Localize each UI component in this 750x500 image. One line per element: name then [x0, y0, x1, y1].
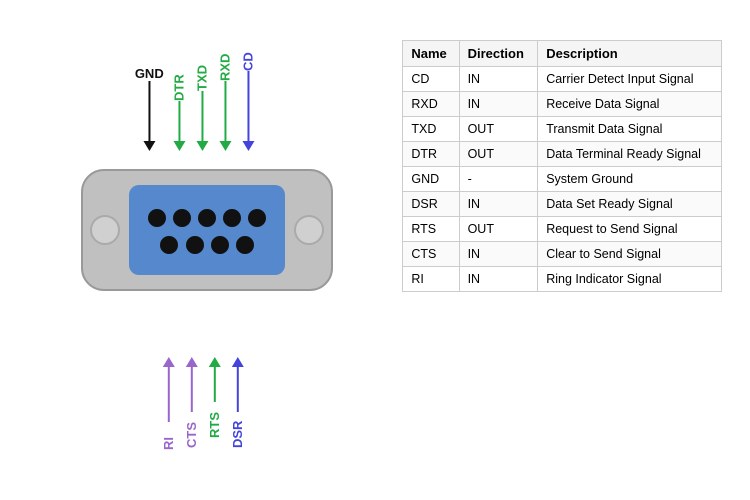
- table-cell-2-0: TXD: [403, 117, 459, 142]
- table-cell-7-0: CTS: [403, 242, 459, 267]
- table-cell-1-0: RXD: [403, 92, 459, 117]
- table-cell-4-1: -: [459, 167, 538, 192]
- table-cell-5-0: DSR: [403, 192, 459, 217]
- table-row: RIINRing Indicator Signal: [403, 267, 722, 292]
- label-dsr: DSR: [230, 357, 245, 448]
- gnd-text: GND: [135, 66, 164, 81]
- table-cell-7-2: Clear to Send Signal: [538, 242, 722, 267]
- table-cell-6-1: OUT: [459, 217, 538, 242]
- cd-text: CD: [241, 43, 256, 71]
- bottom-labels: RI CTS RTS DSR: [161, 357, 245, 450]
- dsr-text: DSR: [230, 412, 245, 448]
- table-cell-0-1: IN: [459, 67, 538, 92]
- label-dtr: DTR: [172, 61, 187, 151]
- table-cell-2-2: Transmit Data Signal: [538, 117, 722, 142]
- table-cell-2-1: OUT: [459, 117, 538, 142]
- table-cell-1-2: Receive Data Signal: [538, 92, 722, 117]
- table-cell-6-0: RTS: [403, 217, 459, 242]
- dtr-text: DTR: [172, 61, 187, 101]
- connector-area: GND DTR TXD RXD: [20, 20, 395, 480]
- table-cell-5-1: IN: [459, 192, 538, 217]
- main-container: GND DTR TXD RXD: [0, 0, 750, 500]
- table-row: GND-System Ground: [403, 167, 722, 192]
- table-row: CDINCarrier Detect Input Signal: [403, 67, 722, 92]
- table-cell-4-0: GND: [403, 167, 459, 192]
- table-cell-6-2: Request to Send Signal: [538, 217, 722, 242]
- txd-text: TXD: [195, 51, 210, 91]
- col-header-description: Description: [538, 41, 722, 67]
- table-cell-7-1: IN: [459, 242, 538, 267]
- table-row: DSRINData Set Ready Signal: [403, 192, 722, 217]
- table-row: RTSOUTRequest to Send Signal: [403, 217, 722, 242]
- connector-svg: [77, 150, 337, 310]
- label-cd: CD: [241, 43, 256, 151]
- table-cell-8-2: Ring Indicator Signal: [538, 267, 722, 292]
- cts-text: CTS: [184, 412, 199, 448]
- table-row: TXDOUTTransmit Data Signal: [403, 117, 722, 142]
- table-cell-5-2: Data Set Ready Signal: [538, 192, 722, 217]
- label-gnd: GND: [135, 66, 164, 151]
- label-ri: RI: [161, 357, 176, 450]
- rts-text: RTS: [207, 402, 222, 438]
- label-rxd: RXD: [218, 41, 233, 151]
- table-row: CTSINClear to Send Signal: [403, 242, 722, 267]
- ri-text: RI: [161, 422, 176, 450]
- col-header-direction: Direction: [459, 41, 538, 67]
- table-row: RXDINReceive Data Signal: [403, 92, 722, 117]
- table-cell-3-2: Data Terminal Ready Signal: [538, 142, 722, 167]
- signal-table: Name Direction Description CDINCarrier D…: [402, 40, 722, 292]
- table-cell-3-1: OUT: [459, 142, 538, 167]
- table-cell-8-0: RI: [403, 267, 459, 292]
- table-row: DTROUTData Terminal Ready Signal: [403, 142, 722, 167]
- label-rts: RTS: [207, 357, 222, 438]
- label-cts: CTS: [184, 357, 199, 448]
- table-cell-1-1: IN: [459, 92, 538, 117]
- table-cell-4-2: System Ground: [538, 167, 722, 192]
- rxd-text: RXD: [218, 41, 233, 81]
- table-cell-8-1: IN: [459, 267, 538, 292]
- table-cell-3-0: DTR: [403, 142, 459, 167]
- col-header-name: Name: [403, 41, 459, 67]
- table-cell-0-2: Carrier Detect Input Signal: [538, 67, 722, 92]
- label-txd: TXD: [195, 51, 210, 151]
- top-labels: GND DTR TXD RXD: [135, 38, 256, 151]
- table-cell-0-0: CD: [403, 67, 459, 92]
- table-area: Name Direction Description CDINCarrier D…: [395, 20, 730, 480]
